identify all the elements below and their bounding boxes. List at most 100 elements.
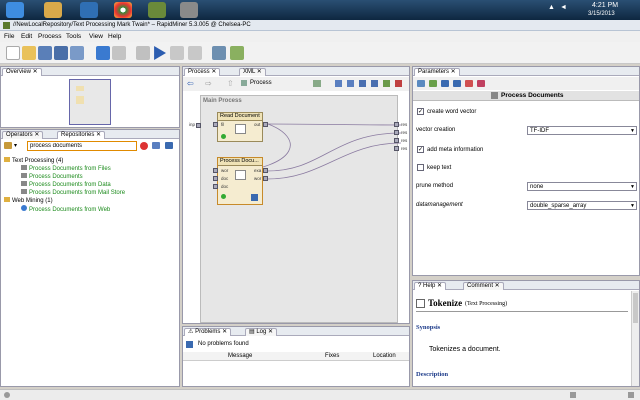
add-meta-information-checkbox[interactable]: ✓ — [417, 146, 424, 153]
operator-icon — [21, 189, 27, 194]
parameters-tabbar: Parameters ✕ — [413, 67, 639, 76]
window-titlebar: //NewLocalRepository/Text Processing Mar… — [0, 20, 640, 31]
clock-date[interactable]: 3/15/2013 — [588, 11, 615, 17]
port-doc-2[interactable] — [213, 184, 218, 189]
chevron-down-icon: ▼ — [630, 184, 635, 190]
create-word-vector-checkbox[interactable]: ✓ — [417, 108, 424, 115]
delete-icon[interactable] — [465, 80, 473, 87]
save-as-icon[interactable] — [54, 46, 68, 60]
col-fixes[interactable]: Fixes — [325, 353, 339, 359]
help-divider — [416, 311, 628, 312]
open-icon[interactable] — [22, 46, 36, 60]
overview-op-mini-2 — [76, 96, 84, 104]
results-icon[interactable] — [230, 46, 244, 60]
port-doc-1[interactable] — [213, 176, 218, 181]
tree-item-process-documents-from-data[interactable]: Process Documents from Data — [21, 181, 111, 188]
keep-text-checkbox[interactable] — [417, 164, 424, 171]
prune-method-select[interactable]: none ▼ — [527, 182, 637, 191]
enable-icon[interactable] — [441, 80, 449, 87]
word-icon[interactable] — [80, 2, 98, 18]
operator-title: Read Document — [218, 113, 262, 121]
help-scrollbar[interactable] — [631, 291, 639, 386]
resize-grip-icon[interactable] — [628, 392, 634, 398]
tab-operators[interactable]: Operators ✕ — [2, 131, 44, 139]
operator-icon — [21, 165, 27, 170]
repository-actions-icon[interactable] — [4, 142, 12, 149]
clear-search-icon[interactable] — [140, 142, 148, 150]
overview-viewport[interactable] — [69, 79, 111, 125]
menu-file[interactable]: File — [4, 33, 14, 40]
port-fil[interactable] — [213, 122, 218, 127]
read-document-operator[interactable]: Read Document — [217, 112, 263, 142]
folder-icon[interactable] — [44, 2, 62, 18]
tree-item-process-documents-from-web[interactable]: Process Documents from Web — [21, 205, 110, 213]
chrome-icon[interactable] — [114, 2, 132, 18]
port-exa-label: exa — [254, 168, 262, 173]
tab-help[interactable]: ? Help ✕ — [414, 282, 447, 290]
tab-log-label: Log — [256, 329, 267, 335]
connection-4 — [266, 142, 402, 180]
clock-time[interactable]: 4:21 PM — [592, 2, 618, 9]
repositories-tabbar: Operators ✕ Repositories ✕ — [1, 130, 179, 139]
breakpoint-icon[interactable] — [477, 80, 485, 87]
problems-status: No problems found — [198, 341, 249, 347]
port-exa[interactable] — [263, 168, 268, 173]
perspective-icon[interactable] — [212, 46, 226, 60]
col-message[interactable]: Message — [228, 353, 252, 359]
memory-icon[interactable] — [570, 392, 576, 398]
tab-overview[interactable]: Overview ✕ — [2, 68, 42, 76]
expert-mode-icon[interactable] — [417, 80, 425, 87]
result-port-4[interactable] — [394, 146, 399, 151]
datamanagement-select[interactable]: double_sparse_array ▼ — [527, 201, 637, 210]
tab-comment[interactable]: Comment ✕ — [463, 282, 504, 290]
operator-info-icon[interactable] — [429, 80, 437, 87]
redo-icon[interactable] — [112, 46, 126, 60]
result-port-2[interactable] — [394, 130, 399, 135]
sort-icon[interactable] — [165, 142, 173, 149]
vector-creation-select[interactable]: TF-IDF ▼ — [527, 126, 637, 135]
port-wor-in[interactable] — [213, 168, 218, 173]
step-icon[interactable] — [136, 46, 150, 60]
tab-repositories[interactable]: Repositories ✕ — [57, 131, 106, 139]
filter-icon[interactable] — [152, 142, 160, 149]
tab-parameters-label: Parameters — [418, 69, 450, 75]
folder-icon — [4, 157, 10, 162]
menu-tools[interactable]: Tools — [66, 33, 81, 40]
undo-icon[interactable] — [96, 46, 110, 60]
menu-view[interactable]: View — [89, 33, 103, 40]
process-documents-operator[interactable]: Process Docu... — [217, 157, 263, 205]
volume-icon[interactable]: ◄ — [560, 4, 567, 11]
menu-edit[interactable]: Edit — [21, 33, 32, 40]
tab-log[interactable]: ▤ Log ✕ — [245, 328, 278, 336]
rapidminer-icon[interactable] — [148, 2, 166, 18]
menu-help[interactable]: Help — [108, 33, 121, 40]
stop-icon[interactable] — [188, 46, 202, 60]
chevron-down-icon[interactable]: ▾ — [14, 142, 17, 149]
new-process-icon[interactable] — [6, 46, 20, 60]
menu-bar: File Edit Process Tools View Help — [0, 31, 640, 42]
port-wor-out[interactable] — [263, 176, 268, 181]
operator-icon — [491, 92, 498, 99]
rename-icon[interactable] — [453, 80, 461, 87]
tree-item-process-documents-from-mail-store[interactable]: Process Documents from Mail Store — [21, 189, 125, 196]
windows-start-icon[interactable] — [6, 2, 24, 18]
save-icon[interactable] — [38, 46, 52, 60]
print-icon[interactable] — [70, 46, 84, 60]
tree-folder-web-mining[interactable]: Web Mining (1) — [4, 197, 53, 204]
tree-folder-text-processing[interactable]: Text Processing (4) — [4, 157, 63, 164]
tree-item-process-documents[interactable]: Process Documents — [21, 173, 83, 180]
tree-item-process-documents-from-files[interactable]: Process Documents from Files — [21, 165, 111, 172]
tab-parameters[interactable]: Parameters ✕ — [414, 68, 460, 76]
run-icon[interactable] — [154, 46, 166, 60]
network-icon[interactable]: ▲ — [548, 4, 555, 11]
tab-problems[interactable]: ⚠ Problems ✕ — [184, 328, 232, 336]
col-location[interactable]: Location — [373, 353, 396, 359]
app-icon[interactable] — [180, 2, 198, 18]
search-input[interactable] — [27, 141, 137, 151]
scrollbar-thumb[interactable] — [633, 293, 638, 323]
pause-icon[interactable] — [170, 46, 184, 60]
port-out[interactable] — [263, 122, 268, 127]
menu-process[interactable]: Process — [38, 33, 61, 40]
result-port-1[interactable] — [394, 122, 399, 127]
result-port-3[interactable] — [394, 138, 399, 143]
